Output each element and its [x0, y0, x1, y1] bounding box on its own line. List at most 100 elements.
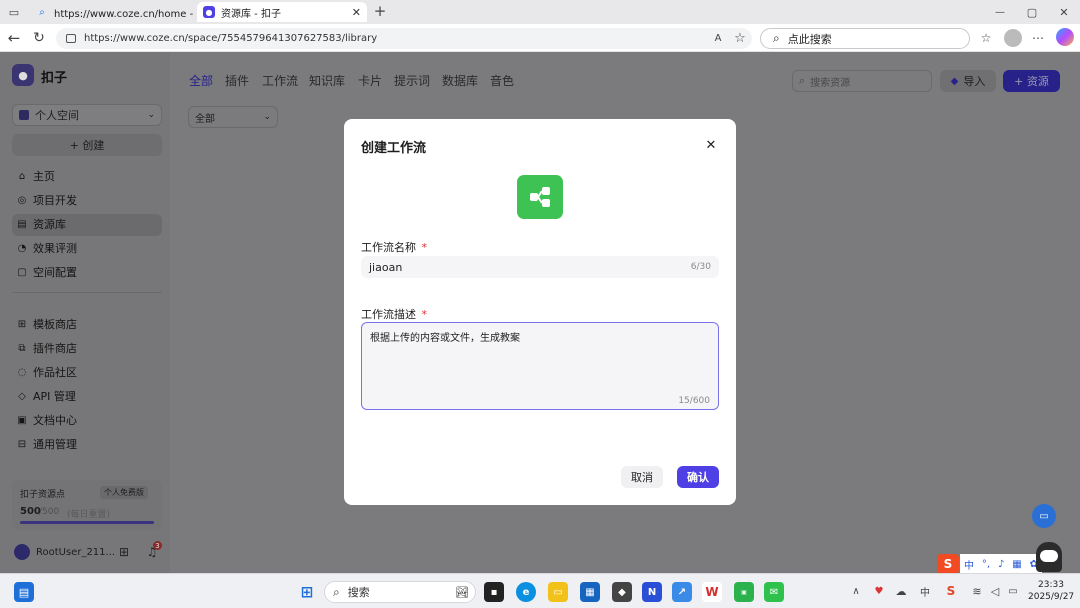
workflow-description-textarea[interactable]: 根据上传的内容或文件，生成教案 15/600 [361, 322, 719, 410]
maximize-button[interactable]: ▢ [1022, 3, 1042, 21]
sidebar-item-manage[interactable]: ⊟ 通用管理 [16, 434, 77, 454]
sidebar-item-space-config[interactable]: ▢ 空间配置 [16, 262, 77, 282]
store-icon[interactable]: ▦ [580, 582, 600, 602]
app-green-icon[interactable]: ▣ [734, 582, 754, 602]
volume-icon[interactable]: ◁ [988, 582, 1002, 600]
read-aloud-icon[interactable]: A [710, 30, 726, 46]
sidebar-item-plugin[interactable]: ⧉ 插件商店 [16, 338, 77, 358]
app-blue-icon[interactable]: ↗ [672, 582, 692, 602]
add-resource-button[interactable]: + 资源 [1003, 70, 1060, 92]
tab-plugin[interactable]: 插件 [225, 72, 249, 89]
space-label: 个人空间 [35, 109, 79, 122]
profile-avatar-icon[interactable] [1004, 29, 1022, 47]
sidebar-item-label: 模板商店 [33, 318, 77, 331]
app-n-icon[interactable]: N [642, 582, 662, 602]
edge-browser-icon[interactable]: e [516, 582, 536, 602]
address-bar: ← ↻ https://www.coze.cn/space/7554579641… [0, 24, 1080, 52]
tab-library[interactable]: ● 资源库 - 扣子 ✕ [197, 2, 367, 22]
mascot-icon[interactable] [1036, 542, 1062, 572]
widgets-icon[interactable]: ▤ [14, 582, 34, 602]
url-field[interactable]: https://www.coze.cn/space/75545796413076… [56, 28, 752, 49]
task-view-icon[interactable]: ▪ [484, 582, 504, 602]
taskbar-search-box[interactable]: ⌕ 搜索 🏞 [324, 581, 476, 603]
sidebar-item-community[interactable]: ◌ 作品社区 [16, 362, 77, 382]
search-icon: ⌕ [799, 74, 806, 87]
back-icon[interactable]: ← [6, 29, 22, 47]
coze-logo-icon: ● [203, 6, 215, 18]
ime-tray-icon[interactable]: 中 [918, 582, 932, 600]
search-icon: ⌕ [36, 6, 48, 18]
file-explorer-icon[interactable]: ▭ [548, 582, 568, 602]
windows-start-icon[interactable]: ⊞ [297, 582, 317, 602]
sidebar-item-home[interactable]: ⌂ 主页 [16, 166, 55, 186]
space-selector[interactable]: 个人空间 ⌄ [12, 104, 162, 126]
cloud-icon[interactable]: ☁ [894, 582, 908, 600]
wps-icon[interactable]: W [702, 582, 722, 602]
refresh-icon[interactable]: ↻ [31, 29, 47, 47]
resource-search-input[interactable]: ⌕ 搜索资源 [792, 70, 932, 92]
microphone-icon: ♪ [997, 558, 1005, 570]
cancel-button[interactable]: 取消 [621, 466, 663, 488]
wifi-icon[interactable]: ≋ [970, 582, 984, 600]
close-icon[interactable]: ✕ [702, 136, 720, 154]
more-menu-icon[interactable]: ⋯ [1030, 30, 1046, 46]
omnibox-search[interactable]: ⌕ 点此搜索 [760, 28, 970, 49]
avatar[interactable] [14, 544, 30, 560]
sidebar-item-api[interactable]: ◇ API 管理 [16, 386, 76, 406]
favorite-star-icon[interactable]: ☆ [732, 30, 748, 46]
app-cube-icon[interactable]: ◆ [612, 582, 632, 602]
sogou-tray-icon[interactable]: S [944, 582, 958, 600]
plugin-icon: ⧉ [18, 342, 26, 354]
tab-knowledge[interactable]: 知识库 [309, 72, 345, 89]
sogou-ime-icon[interactable]: S [937, 554, 959, 574]
import-button[interactable]: ◆ 导入 [940, 70, 996, 92]
favorites-icon[interactable]: ☆ [978, 30, 994, 46]
community-icon: ◌ [17, 366, 27, 378]
wechat-icon[interactable]: ✉ [764, 582, 784, 602]
tab-workflow[interactable]: 工作流 [262, 72, 298, 89]
sidebar-item-template[interactable]: ⊞ 模板商店 [16, 314, 77, 334]
tab-database[interactable]: 数据库 [442, 72, 478, 89]
create-button[interactable]: + 创建 [12, 134, 162, 156]
sidebar-item-docs[interactable]: ▣ 文档中心 [16, 410, 77, 430]
required-mark: * [421, 241, 428, 254]
battery-icon[interactable]: ▭ [1006, 582, 1020, 600]
sidebar-item-library[interactable]: ▤ 资源库 [16, 214, 66, 234]
ime-toolbar[interactable]: 中 °, ♪ ▦ ✿ [960, 554, 1042, 574]
tab-prompt[interactable]: 提示词 [394, 72, 430, 89]
tab-actions-icon[interactable]: ▭ [6, 4, 22, 20]
workflow-name-input[interactable]: jiaoan 6/30 [361, 256, 719, 278]
resource-points-card: 扣子资源点 个人免费版 500 /500 (每日重置) [12, 480, 162, 530]
minimize-button[interactable]: — [990, 3, 1010, 21]
copilot-icon[interactable] [1056, 28, 1074, 46]
search-placeholder: 搜索资源 [810, 77, 851, 89]
sidebar-item-project[interactable]: ◎ 项目开发 [16, 190, 77, 210]
tab-voice[interactable]: 音色 [490, 72, 514, 89]
new-tab-button[interactable]: + [372, 2, 388, 20]
chevron-up-icon[interactable]: ∧ [850, 582, 862, 600]
sidebar-item-evaluation[interactable]: ◔ 效果评测 [16, 238, 77, 258]
window-close-button[interactable]: ✕ [1054, 3, 1074, 21]
tray-app-icon[interactable]: ♥ [872, 582, 886, 600]
brand-name: 扣子 [41, 71, 68, 86]
close-icon[interactable]: ✕ [344, 6, 361, 19]
filter-select[interactable]: 全部 ⌄ [188, 106, 278, 128]
tab-card[interactable]: 卡片 [358, 72, 382, 89]
search-placeholder: 点此搜索 [787, 32, 832, 46]
sidebar-item-label: 主页 [33, 170, 55, 183]
search-icon: ⌕ [333, 584, 340, 599]
points-title: 扣子资源点 [20, 490, 66, 500]
tab-all[interactable]: 全部 [189, 72, 213, 89]
tab-search[interactable]: ⌕ https://www.coze.cn/home - 搜索 ✕ [30, 2, 195, 22]
clock[interactable]: 23:33 2025/9/27 [1028, 579, 1074, 603]
confirm-button[interactable]: 确认 [677, 466, 719, 488]
space-icon [19, 110, 29, 120]
dialog-title: 创建工作流 [361, 141, 427, 156]
desc-value: 根据上传的内容或文件，生成教案 [370, 333, 520, 344]
plan-badge: 个人免费版 [100, 486, 148, 499]
tab-title: https://www.coze.cn/home - 搜索 [54, 8, 195, 20]
template-icon: ⊞ [17, 318, 27, 330]
screen: ▭ ⌕ https://www.coze.cn/home - 搜索 ✕ ● 资源… [0, 0, 1080, 608]
chat-support-icon[interactable]: ▭ [1032, 504, 1056, 528]
grid-icon[interactable]: ⊞ [116, 544, 132, 560]
